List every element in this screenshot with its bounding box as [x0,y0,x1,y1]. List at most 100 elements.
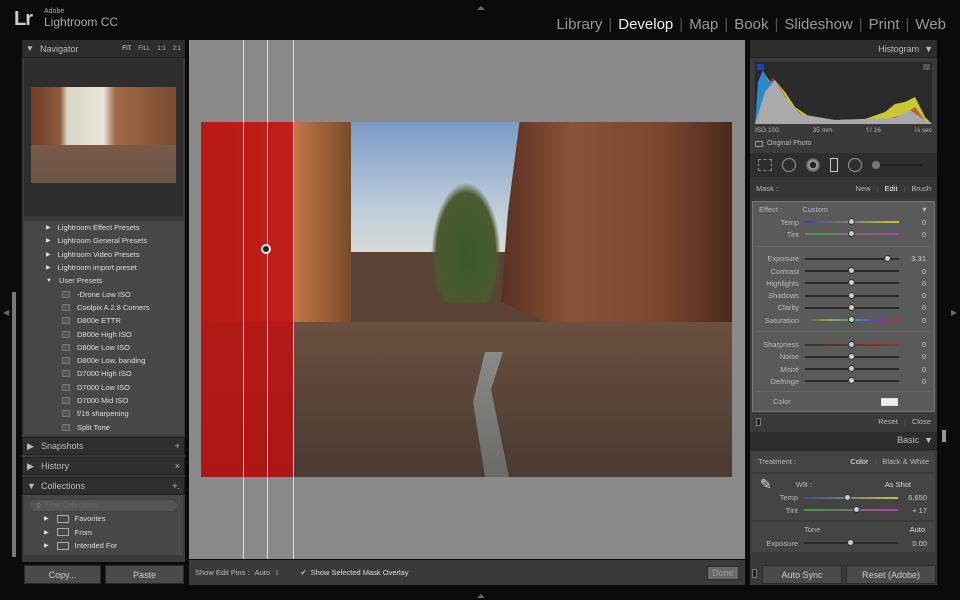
done-button[interactable]: Done [707,565,739,580]
paste-button[interactable]: Paste [105,565,184,584]
crop-icon[interactable] [758,159,772,171]
slider-thumb[interactable] [848,365,855,373]
slider-value[interactable]: 0 [922,303,926,312]
left-panel-toggle-icon[interactable]: ◀ [3,308,9,317]
highlight-clipping-icon[interactable] [923,64,930,70]
right-panel-toggle-icon[interactable]: ▶ [951,308,957,317]
graduated-filter-icon[interactable] [830,158,838,172]
tone-auto-button[interactable]: Auto [910,525,925,537]
preset-item[interactable]: -Drone Low ISO [24,287,184,300]
history-header[interactable]: ▶ History × [22,457,185,475]
slider-track[interactable] [805,254,899,262]
collections-header[interactable]: ▼ Collections +. [22,477,185,495]
color-swatch[interactable] [881,397,898,406]
preset-item[interactable]: D7000 High ISO [24,367,184,380]
navigator-header[interactable]: ▼ Navigator FIT FILL 1:1 2:1 [22,40,185,58]
zoom-fit[interactable]: FIT [122,46,131,52]
original-photo-toggle[interactable]: Original Photo [755,140,932,147]
slider-value[interactable]: 0 [922,377,926,386]
module-print[interactable]: Print [863,16,906,33]
module-web[interactable]: Web [909,16,952,33]
module-develop[interactable]: Develop [612,16,679,33]
slider-thumb[interactable] [848,279,855,287]
slider-value[interactable]: 0 [922,279,926,288]
module-slideshow[interactable]: Slideshow [778,16,858,33]
slider-track[interactable] [805,291,899,299]
mask-overlay-checkbox[interactable]: ✔ [300,568,306,577]
slider-value[interactable]: + 18 [912,551,927,552]
preset-item[interactable]: D800e Low ISO [24,341,184,354]
slider-track[interactable] [805,377,899,385]
right-scrollbar[interactable] [942,430,946,442]
slider-track[interactable] [805,303,899,311]
slider-value[interactable]: 6,650 [908,493,927,502]
mask-new[interactable]: New [856,184,871,193]
preset-folder[interactable]: ▶ Lightroom import preset [24,261,184,274]
spot-removal-icon[interactable] [782,158,796,172]
add-collection-icon[interactable]: +. [172,481,180,491]
slider-track[interactable] [804,493,898,501]
slider-track[interactable] [805,230,899,238]
slider-thumb[interactable] [847,539,854,547]
effect-collapse-icon[interactable]: ▼ [921,205,928,216]
wb-select[interactable]: As Shot [885,480,911,489]
auto-sync-button[interactable]: Auto Sync [762,565,842,584]
mask-brush[interactable]: Brush [911,184,931,193]
slider-track[interactable] [804,506,898,513]
slider-value[interactable]: 0 [922,291,926,300]
snapshots-header[interactable]: ▶ Snapshots + [22,437,185,455]
preset-folder-user[interactable]: ▼ User Presets [24,274,184,287]
preset-item[interactable]: D800e ETTR [24,314,184,327]
wb-eyedropper-icon[interactable]: ✎ [760,476,772,493]
histogram-header[interactable]: Histogram ▼ [750,40,937,58]
graduated-filter-line[interactable] [293,40,294,559]
preset-item[interactable]: Coolpix A 2.8 Corners [24,301,184,314]
module-map[interactable]: Map [683,16,724,33]
slider-thumb[interactable] [848,303,855,311]
slider-value[interactable]: + 17 [912,506,927,515]
edit-pin[interactable] [261,244,271,254]
collection-set[interactable]: ▶ From [24,526,183,540]
preset-item[interactable]: D800e High ISO [24,327,184,340]
slider-track[interactable] [804,539,898,547]
mask-close-button[interactable]: Close [912,417,931,426]
slider-value[interactable]: 0 [922,230,926,239]
treatment-color[interactable]: Color [850,457,868,466]
bottom-panel-toggle-icon[interactable] [477,590,485,598]
slider-thumb[interactable] [848,340,855,348]
collections-filter-input[interactable]: ⚲ Filter Collections [29,499,178,512]
module-library[interactable]: Library [550,16,608,33]
collection-set[interactable]: ▶ Intended For [24,539,183,553]
slider-track[interactable] [805,340,899,348]
slider-thumb[interactable] [883,254,891,262]
slider-thumb[interactable] [855,551,863,553]
zoom-fill[interactable]: FILL [138,46,150,52]
slider-value[interactable]: 0 [922,267,926,276]
slider-thumb[interactable] [848,352,855,360]
preset-item[interactable]: D800e Low, banding [24,354,184,367]
sync-toggle-switch[interactable] [752,569,757,578]
brush-slider[interactable] [872,161,922,169]
slider-track[interactable] [805,267,899,275]
mask-toggle-switch[interactable] [756,417,761,426]
slider-thumb[interactable] [848,316,855,324]
slider-thumb[interactable] [848,377,855,385]
slider-value[interactable]: 0 [922,352,926,361]
slider-track[interactable] [805,316,899,324]
slider-thumb[interactable] [844,493,852,501]
slider-track[interactable] [805,365,899,373]
photo[interactable] [201,122,732,477]
navigator-thumbnail[interactable] [31,87,176,183]
effect-preset-select[interactable]: Custom [802,205,828,216]
reset-adobe-button[interactable]: Reset (Adobe) [846,565,936,584]
slider-value[interactable]: 0 [922,340,926,349]
slider-track[interactable] [805,279,899,287]
graduated-filter-line[interactable] [243,40,244,559]
radial-filter-icon[interactable] [848,158,862,172]
copy-button[interactable]: Copy... [24,565,101,584]
preset-folder[interactable]: ▶ Lightroom General Presets [24,234,184,247]
top-panel-toggle-icon[interactable] [477,2,485,10]
slider-thumb[interactable] [848,291,855,299]
slider-thumb[interactable] [848,218,855,226]
slider-track[interactable] [805,352,899,360]
